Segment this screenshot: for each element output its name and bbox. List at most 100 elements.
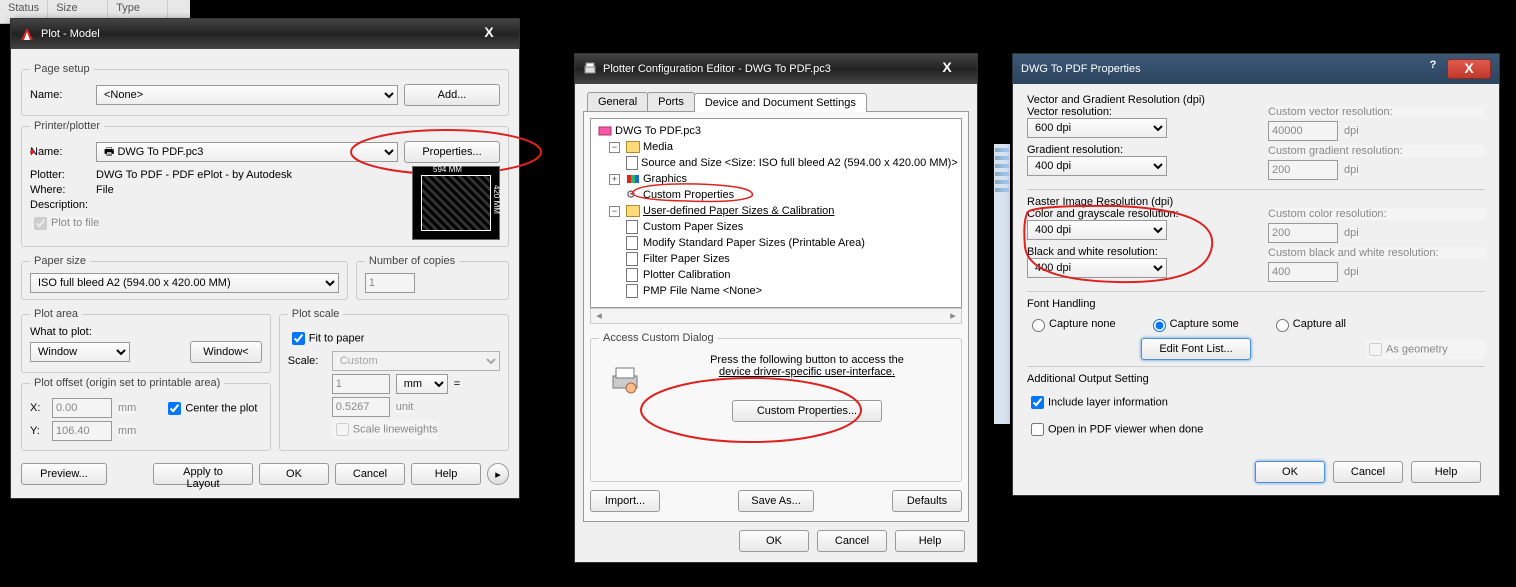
close-icon[interactable]: X (1447, 59, 1491, 79)
ok-button[interactable]: OK (259, 463, 329, 485)
page-icon (626, 156, 638, 170)
paper-size-legend: Paper size (30, 255, 90, 267)
import-button[interactable]: Import... (590, 490, 660, 512)
capture-all-radio[interactable]: Capture all (1271, 316, 1346, 332)
plot-title: Plot - Model (41, 28, 100, 40)
unit-label: unit (396, 401, 414, 413)
bw-label: Black and white resolution: (1027, 246, 1244, 258)
pagesetup-name-select[interactable]: <None> (96, 85, 398, 105)
tree-modify-std[interactable]: Modify Standard Paper Sizes (Printable A… (643, 237, 865, 249)
what-to-plot-select[interactable]: Window (30, 342, 130, 362)
page-icon (626, 268, 640, 282)
cg-select[interactable]: 400 dpi (1027, 220, 1167, 240)
tree-root[interactable]: DWG To PDF.pc3 (615, 125, 701, 137)
saveas-button[interactable]: Save As... (738, 490, 814, 512)
tree-user-defined[interactable]: User-defined Paper Sizes & Calibration (643, 205, 834, 217)
plotter-icon (583, 62, 597, 76)
ccr-label: Custom color resolution: (1268, 208, 1485, 220)
vr-select[interactable]: 600 dpi (1027, 118, 1167, 138)
add-button[interactable]: Add... (404, 84, 500, 106)
tree-pmp[interactable]: PMP File Name <None> (643, 285, 762, 297)
dwg-titlebar: DWG To PDF Properties ? X (1013, 54, 1499, 84)
tree-custom-props[interactable]: Custom Properties (643, 189, 734, 201)
expand-icon[interactable]: + (609, 174, 620, 185)
fit-to-paper-checkbox[interactable]: Fit to paper (288, 329, 365, 348)
ao-legend: Additional Output Setting (1027, 373, 1485, 385)
help-button[interactable]: Help (895, 530, 965, 552)
scale-label: Scale: (288, 355, 326, 367)
page-icon (626, 220, 640, 234)
cancel-button[interactable]: Cancel (817, 530, 887, 552)
h-scrollbar[interactable]: ◂▸ (590, 308, 962, 324)
plot-scale-legend: Plot scale (288, 308, 344, 320)
tree-graphics[interactable]: Graphics (643, 173, 687, 185)
plotter-label: Plotter: (30, 169, 90, 181)
custom-properties-button[interactable]: Custom Properties... (732, 400, 882, 422)
copies-group: Number of copies (356, 255, 509, 300)
dpi-label: dpi (1344, 164, 1359, 176)
collapse-icon[interactable]: − (609, 142, 620, 153)
bw-select[interactable]: 400 dpi (1027, 258, 1167, 278)
gr-select[interactable]: 400 dpi (1027, 156, 1167, 176)
tree-filter[interactable]: Filter Paper Sizes (643, 253, 730, 265)
as-geometry-checkbox: As geometry (1365, 340, 1485, 359)
plot-offset-legend: Plot offset (origin set to printable are… (30, 377, 224, 389)
y-input (52, 421, 112, 441)
autocad-icon (19, 26, 35, 42)
expand-arrow-icon[interactable]: ▸ (487, 463, 509, 485)
copies-legend: Number of copies (365, 255, 459, 267)
window-button[interactable]: Window< (190, 341, 262, 363)
page-icon (626, 252, 640, 266)
paper-size-select[interactable]: ISO full bleed A2 (594.00 x 420.00 MM) (30, 273, 339, 293)
capture-none-radio[interactable]: Capture none (1027, 316, 1116, 332)
cancel-button[interactable]: Cancel (1333, 461, 1403, 483)
tab-general[interactable]: General (587, 92, 648, 111)
settings-tree[interactable]: DWG To PDF.pc3 − Media Source and Size <S… (590, 118, 962, 308)
ccr-input (1268, 223, 1338, 243)
help-icon[interactable]: ? (1421, 59, 1445, 79)
center-plot-checkbox[interactable]: Center the plot (164, 399, 257, 418)
plotter-value: DWG To PDF - PDF ePlot - by Autodesk (96, 169, 292, 181)
plot-to-file-checkbox: Plot to file (30, 214, 99, 233)
vr-label: Vector resolution: (1027, 106, 1244, 118)
open-pdf-checkbox[interactable]: Open in PDF viewer when done (1027, 420, 1203, 439)
collapse-icon[interactable]: − (609, 206, 620, 217)
dpi-label: dpi (1344, 125, 1359, 137)
include-layer-checkbox[interactable]: Include layer information (1027, 393, 1168, 412)
preview-button[interactable]: Preview... (21, 463, 107, 485)
printer-legend: Printer/plotter (30, 120, 104, 132)
defaults-button[interactable]: Defaults (892, 490, 962, 512)
tab-ports[interactable]: Ports (647, 92, 695, 111)
plot-area-legend: Plot area (30, 308, 82, 320)
scale-units-select[interactable]: mm (396, 374, 448, 394)
paper-preview: 594 MM 420 MM (412, 166, 500, 240)
tab-device-doc-settings[interactable]: Device and Document Settings (694, 93, 867, 112)
close-icon[interactable]: X (925, 59, 969, 79)
close-icon[interactable]: X (467, 24, 511, 44)
background-sliver (994, 144, 1010, 424)
where-value: File (96, 184, 114, 196)
pc3-icon (598, 124, 612, 138)
properties-button[interactable]: Properties... (404, 141, 500, 163)
paper-size-group: Paper size ISO full bleed A2 (594.00 x 4… (21, 255, 348, 300)
capture-some-radio[interactable]: Capture some (1148, 316, 1239, 332)
printer-name-label: Name: (30, 146, 90, 158)
help-button[interactable]: Help (1411, 461, 1481, 483)
ok-button[interactable]: OK (1255, 461, 1325, 483)
access-legend: Access Custom Dialog (599, 332, 718, 344)
tree-media[interactable]: Media (643, 141, 673, 153)
vg-legend: Vector and Gradient Resolution (dpi) (1027, 94, 1485, 106)
edit-font-list-button[interactable]: Edit Font List... (1141, 338, 1251, 360)
fh-legend: Font Handling (1027, 298, 1485, 310)
tree-custom-paper[interactable]: Custom Paper Sizes (643, 221, 743, 233)
cgr-label: Custom gradient resolution: (1268, 145, 1485, 157)
printer-name-select[interactable]: 🖶 DWG To PDF.pc3 (96, 142, 398, 162)
tree-source-size[interactable]: Source and Size <Size: ISO full bleed A2… (641, 157, 958, 169)
dpi-label: dpi (1344, 266, 1359, 278)
tree-calibration[interactable]: Plotter Calibration (643, 269, 730, 281)
graphics-icon (626, 172, 640, 186)
ok-button[interactable]: OK (739, 530, 809, 552)
cancel-button[interactable]: Cancel (335, 463, 405, 485)
apply-layout-button[interactable]: Apply to Layout (153, 463, 253, 485)
help-button[interactable]: Help (411, 463, 481, 485)
